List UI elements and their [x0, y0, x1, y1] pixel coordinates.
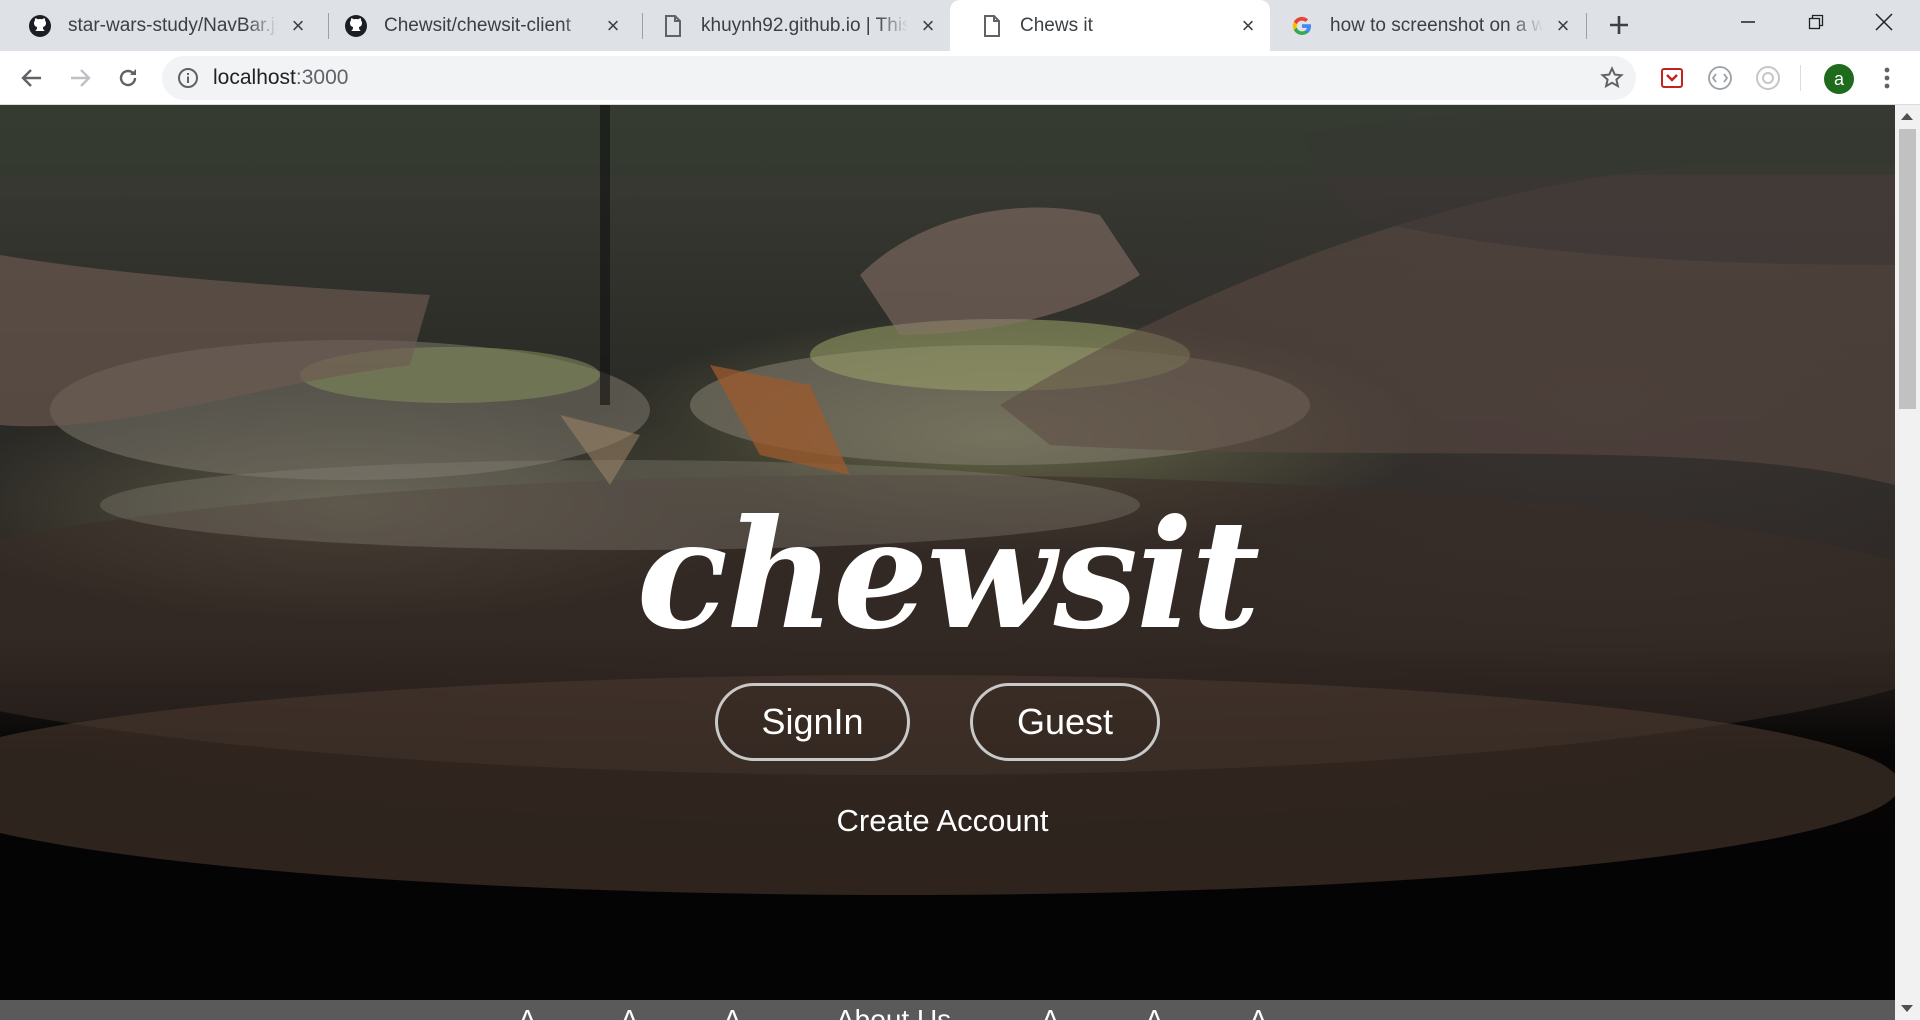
about-bar-mark: A: [723, 1004, 742, 1020]
about-us-link[interactable]: About Us: [836, 1004, 951, 1020]
about-bar-mark: A: [1249, 1004, 1268, 1020]
close-icon[interactable]: ×: [918, 14, 938, 36]
guest-button[interactable]: Guest: [970, 683, 1160, 761]
about-bar-mark: A: [620, 1004, 639, 1020]
tab-khuynh92[interactable]: khuynh92.github.io | This is my page ×: [635, 0, 950, 51]
close-window-button[interactable]: [1850, 0, 1918, 44]
minimize-icon: [1741, 21, 1755, 23]
restore-button[interactable]: [1782, 0, 1850, 44]
create-account-link[interactable]: Create Account: [0, 803, 1885, 839]
scroll-down-arrow-icon[interactable]: [1901, 1005, 1913, 1012]
tab-chewsit-client[interactable]: Chewsit/chewsit-client ×: [320, 0, 635, 51]
url-text[interactable]: localhost:3000: [213, 56, 348, 100]
url-host: localhost: [213, 66, 296, 89]
tab-strip: star-wars-study/NavBar.js at master × Ch…: [0, 0, 1920, 51]
about-bar: A A A About Us A A A: [0, 1000, 1895, 1020]
about-bar-mark: A: [518, 1004, 537, 1020]
tab-title: how to screenshot on a windows: [1330, 14, 1543, 36]
browser-menu-button[interactable]: [1868, 59, 1906, 97]
toolbar-divider: [1800, 65, 1801, 91]
tab-star-wars-study[interactable]: star-wars-study/NavBar.js at master ×: [0, 0, 320, 51]
arrow-right-icon: [71, 69, 91, 87]
page-icon: [980, 14, 1004, 38]
tab-chews-it[interactable]: Chews it ×: [950, 0, 1270, 51]
tab-google-search[interactable]: how to screenshot on a windows ×: [1270, 0, 1585, 51]
url-port: :3000: [295, 66, 349, 89]
restore-icon: [1808, 14, 1824, 30]
close-icon: [1875, 13, 1893, 31]
pocket-extension-icon[interactable]: [1658, 64, 1686, 92]
address-bar[interactable]: localhost:3000: [162, 56, 1636, 100]
create-account-label: Create Account: [836, 803, 1049, 838]
hero-background: chewsit SignIn Guest Create Account: [0, 105, 1895, 1000]
page-icon: [661, 14, 685, 38]
chewsit-logo: chewsit: [636, 487, 1261, 663]
close-icon[interactable]: ×: [603, 14, 623, 36]
more-vertical-icon: [1884, 67, 1890, 89]
signin-button[interactable]: SignIn: [715, 683, 910, 761]
tab-separator: [1586, 13, 1587, 39]
info-icon[interactable]: [177, 67, 199, 89]
tab-title: Chewsit/chewsit-client: [384, 14, 571, 36]
bookmark-star-icon[interactable]: [1598, 64, 1626, 92]
close-icon[interactable]: ×: [1238, 14, 1258, 36]
browser-toolbar: localhost:3000 a: [0, 51, 1920, 105]
page-viewport: chewsit SignIn Guest Create Account A A …: [0, 105, 1895, 1020]
back-button[interactable]: [13, 59, 51, 97]
github-icon: [344, 14, 368, 38]
forward-button[interactable]: [61, 59, 99, 97]
google-icon: [1290, 14, 1314, 38]
tab-title: Chews it: [1020, 14, 1093, 36]
about-bar-mark: A: [1041, 1004, 1060, 1020]
reload-button[interactable]: [109, 59, 147, 97]
github-icon: [28, 14, 52, 38]
close-icon[interactable]: ×: [288, 14, 308, 36]
profile-avatar[interactable]: a: [1824, 64, 1854, 94]
target-extension-icon[interactable]: [1754, 64, 1782, 92]
page-scrollbar[interactable]: [1895, 105, 1920, 1020]
new-tab-button[interactable]: [1604, 10, 1634, 40]
about-bar-mark: A: [1145, 1004, 1164, 1020]
arrow-left-icon: [21, 69, 41, 87]
scroll-up-arrow-icon[interactable]: [1901, 113, 1913, 120]
scrollbar-thumb[interactable]: [1899, 129, 1916, 409]
code-extension-icon[interactable]: [1706, 64, 1734, 92]
tab-title: khuynh92.github.io | This is my page: [701, 14, 908, 36]
plus-icon: [1610, 16, 1628, 34]
close-icon[interactable]: ×: [1553, 14, 1573, 36]
tab-title: star-wars-study/NavBar.js at master: [68, 14, 278, 36]
reload-icon: [119, 69, 137, 87]
minimize-button[interactable]: [1714, 0, 1782, 44]
